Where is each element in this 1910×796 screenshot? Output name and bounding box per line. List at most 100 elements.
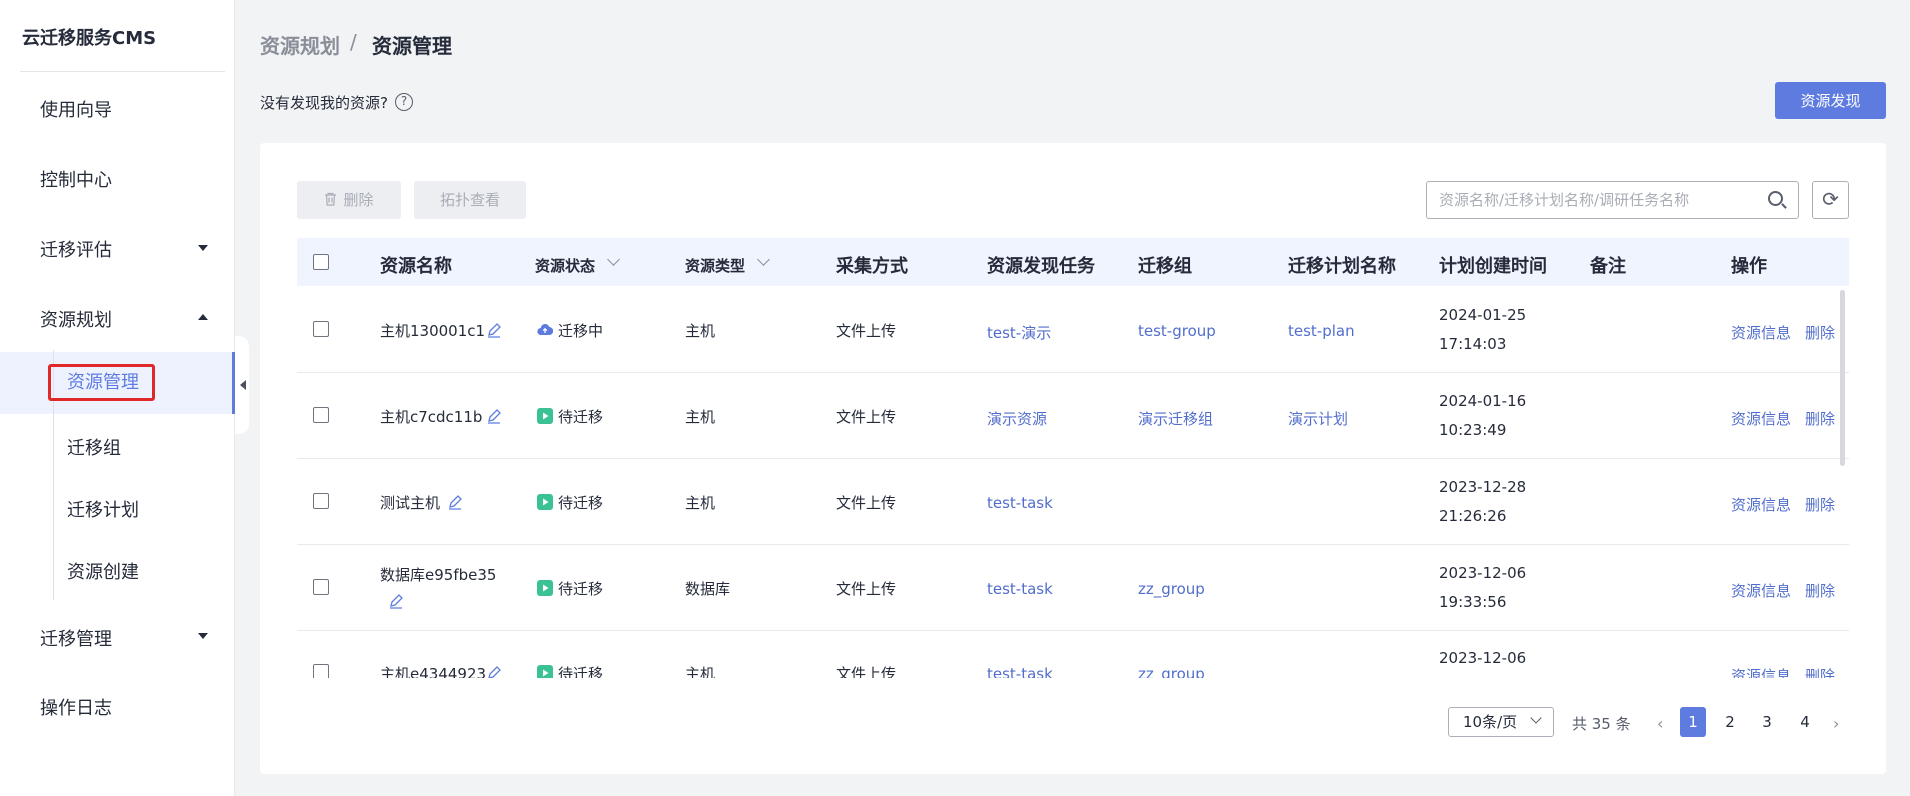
- topology-view-button[interactable]: 拓扑查看: [414, 181, 526, 219]
- pencil-icon[interactable]: [447, 494, 463, 510]
- table-scrollbar[interactable]: [1840, 290, 1845, 466]
- search-input[interactable]: [1439, 190, 1759, 210]
- row-divider: [297, 544, 1849, 545]
- caret-left-icon: [240, 380, 246, 390]
- question-circle-icon[interactable]: ?: [395, 93, 413, 111]
- sub-item-resource-create[interactable]: 资源创建: [67, 558, 139, 584]
- trash-icon: [325, 192, 337, 206]
- resource-name: 主机130001c1: [380, 322, 486, 340]
- nav-item-resource-planning[interactable]: 资源规划: [40, 306, 112, 332]
- chevron-down-icon: [198, 245, 208, 251]
- resource-status: 待迁移: [558, 494, 604, 512]
- resource-name: 主机c7cdc11b: [380, 408, 483, 426]
- delete-button[interactable]: 删除: [297, 181, 401, 219]
- column-header-time: 计划创建时间: [1439, 256, 1547, 277]
- resource-type: 主机: [685, 494, 716, 512]
- nav-item-operation-log[interactable]: 操作日志: [40, 694, 112, 720]
- resource-type: 数据库: [685, 580, 731, 598]
- page-1[interactable]: 1: [1680, 707, 1706, 737]
- collection-method: 文件上传: [836, 322, 897, 340]
- nav-item-migration-management[interactable]: 迁移管理: [40, 625, 112, 651]
- collection-method: 文件上传: [836, 408, 897, 426]
- play-icon: [537, 494, 553, 510]
- pencil-icon[interactable]: [486, 322, 502, 338]
- resource-info-link[interactable]: 资源信息: [1731, 580, 1791, 601]
- page-4[interactable]: 4: [1792, 707, 1818, 737]
- chevron-down-icon: [198, 633, 208, 639]
- plan-create-time: 2023-12-06 19:33:56: [1439, 564, 1527, 611]
- refresh-button[interactable]: ⟳: [1812, 181, 1849, 219]
- plan-create-time: 2024-01-16 10:23:49: [1439, 392, 1527, 439]
- resource-status: 待迁移: [558, 580, 604, 598]
- resource-status: 迁移中: [558, 322, 604, 340]
- plan-create-time: 2023-12-28 21:26:26: [1439, 478, 1527, 525]
- migration-group-link[interactable]: 演示迁移组: [1138, 408, 1213, 429]
- page-2[interactable]: 2: [1717, 707, 1743, 737]
- next-page-icon[interactable]: ›: [1833, 714, 1839, 733]
- discovery-task-link[interactable]: test-task: [987, 580, 1053, 598]
- pencil-icon[interactable]: [388, 593, 404, 609]
- collection-method: 文件上传: [836, 494, 897, 512]
- nav-item-guide[interactable]: 使用向导: [40, 96, 112, 122]
- resource-type: 主机: [685, 322, 716, 340]
- resource-discovery-button[interactable]: 资源发现: [1775, 82, 1886, 119]
- delete-link[interactable]: 删除: [1805, 580, 1835, 601]
- sub-item-resource-management[interactable]: 资源管理: [48, 364, 155, 401]
- delete-link[interactable]: 删除: [1805, 408, 1835, 429]
- row-checkbox[interactable]: [313, 321, 329, 337]
- search-box: [1426, 181, 1799, 219]
- nav-item-assessment[interactable]: 迁移评估: [40, 236, 112, 262]
- row-divider: [297, 630, 1849, 631]
- resource-name: 数据库e95fbe35: [380, 566, 497, 584]
- column-header-group: 迁移组: [1138, 256, 1192, 277]
- sub-item-migration-plan[interactable]: 迁移计划: [67, 496, 139, 522]
- column-header-operation: 操作: [1731, 256, 1767, 277]
- migration-plan-link[interactable]: 演示计划: [1288, 408, 1348, 429]
- column-header-type[interactable]: 资源类型: [685, 255, 745, 276]
- delete-link[interactable]: 删除: [1805, 494, 1835, 515]
- column-header-name: 资源名称: [380, 256, 452, 277]
- sidebar: 云迁移服务CMS 使用向导 控制中心 迁移评估 资源规划 资源管理 迁移组 迁移…: [0, 0, 235, 796]
- chevron-up-icon: [198, 314, 208, 320]
- migration-group-link[interactable]: test-group: [1138, 322, 1216, 340]
- play-icon: [537, 408, 553, 424]
- plan-create-time: 2024-01-25 17:14:03: [1439, 306, 1527, 353]
- row-checkbox[interactable]: [313, 407, 329, 423]
- discovery-task-link[interactable]: 演示资源: [987, 408, 1047, 429]
- breadcrumb-parent[interactable]: 资源规划: [260, 30, 340, 59]
- sub-item-migration-group[interactable]: 迁移组: [67, 434, 121, 460]
- column-header-note: 备注: [1590, 256, 1626, 277]
- prev-page-icon[interactable]: ‹: [1657, 714, 1663, 733]
- row-checkbox[interactable]: [313, 493, 329, 509]
- page-title: 资源管理: [372, 34, 452, 58]
- nav-item-control-center[interactable]: 控制中心: [40, 166, 112, 192]
- delete-button-label: 删除: [343, 191, 374, 209]
- collection-method: 文件上传: [836, 580, 897, 598]
- divider: [20, 71, 225, 72]
- total-count: 共 35 条: [1572, 715, 1631, 733]
- migration-group-link[interactable]: zz_group: [1138, 580, 1205, 598]
- table-clip-mask: [297, 678, 1849, 700]
- search-icon[interactable]: [1768, 191, 1783, 206]
- row-checkbox[interactable]: [313, 579, 329, 595]
- resource-info-link[interactable]: 资源信息: [1731, 408, 1791, 429]
- resource-info-link[interactable]: 资源信息: [1731, 322, 1791, 343]
- column-header-method: 采集方式: [836, 256, 908, 277]
- row-divider: [297, 458, 1849, 459]
- page-3[interactable]: 3: [1754, 707, 1780, 737]
- pencil-icon[interactable]: [486, 408, 502, 424]
- breadcrumb-separator: /: [350, 30, 357, 54]
- discovery-task-link[interactable]: test-task: [987, 494, 1053, 512]
- row-divider: [297, 372, 1849, 373]
- resource-name: 测试主机: [380, 494, 441, 512]
- delete-link[interactable]: 删除: [1805, 322, 1835, 343]
- migration-plan-link[interactable]: test-plan: [1288, 322, 1355, 340]
- page-size-select[interactable]: 10条/页: [1448, 707, 1554, 737]
- play-icon: [537, 580, 553, 596]
- resource-info-link[interactable]: 资源信息: [1731, 494, 1791, 515]
- select-all-checkbox[interactable]: [313, 254, 329, 270]
- column-header-plan: 迁移计划名称: [1288, 256, 1396, 277]
- brand-title: 云迁移服务CMS: [22, 28, 157, 49]
- discovery-task-link[interactable]: test-演示: [987, 322, 1051, 343]
- column-header-status[interactable]: 资源状态: [535, 255, 595, 276]
